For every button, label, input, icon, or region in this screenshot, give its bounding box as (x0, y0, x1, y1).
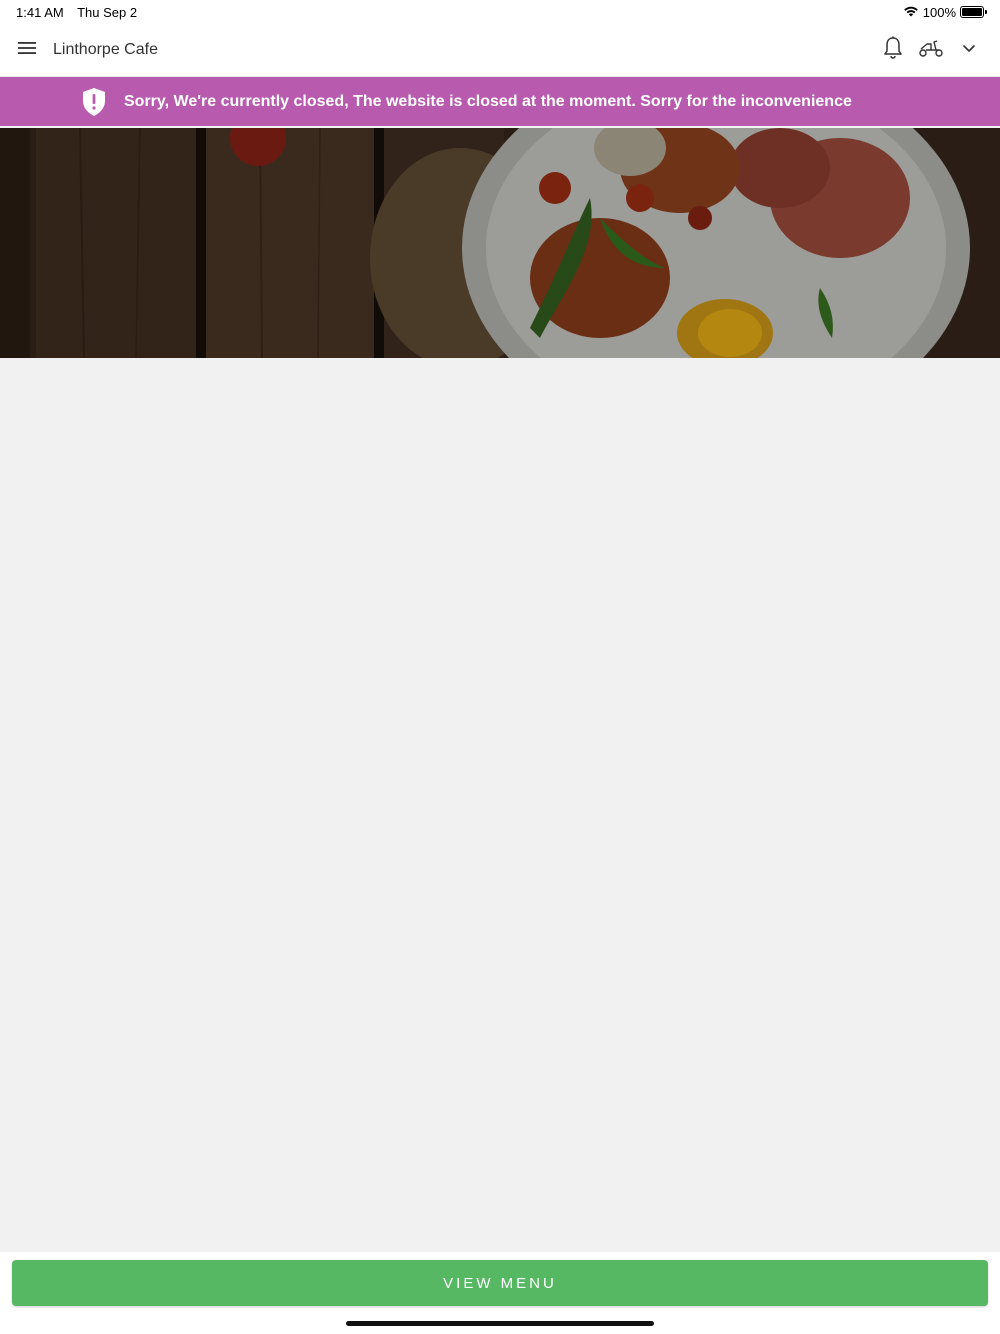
wifi-icon (903, 5, 919, 20)
order-mode-button[interactable] (914, 30, 948, 70)
hero-image (0, 128, 1000, 358)
battery-icon (960, 6, 987, 18)
closed-banner: Sorry, We're currently closed, The websi… (0, 77, 1000, 126)
status-time: 1:41 AM (16, 4, 64, 20)
closed-message: Sorry, We're currently closed, The websi… (124, 92, 852, 110)
bell-icon (883, 36, 903, 65)
home-indicator[interactable] (346, 1321, 654, 1326)
status-left: 1:41 AM Thu Sep 2 (16, 5, 147, 20)
page-title: Linthorpe Cafe (53, 41, 158, 58)
status-date: Thu Sep 2 (77, 4, 138, 20)
breakfast-plate-photo (0, 128, 1000, 358)
hamburger-menu-button[interactable] (1, 24, 53, 77)
notifications-button[interactable] (876, 30, 910, 70)
app-header: Linthorpe Cafe (0, 24, 1000, 77)
battery-fill (962, 8, 982, 16)
order-mode-dropdown[interactable] (952, 30, 986, 70)
header-actions (876, 30, 1000, 70)
shield-alert-icon (82, 86, 108, 118)
status-bar: 1:41 AM Thu Sep 2 100% (0, 0, 1000, 24)
status-right: 100% (903, 4, 987, 20)
hamburger-icon (17, 40, 37, 61)
chevron-down-icon (962, 41, 976, 59)
scooter-icon (918, 38, 944, 63)
battery-percent: 100% (922, 4, 956, 20)
view-menu-button[interactable]: VIEW MENU (12, 1260, 988, 1306)
